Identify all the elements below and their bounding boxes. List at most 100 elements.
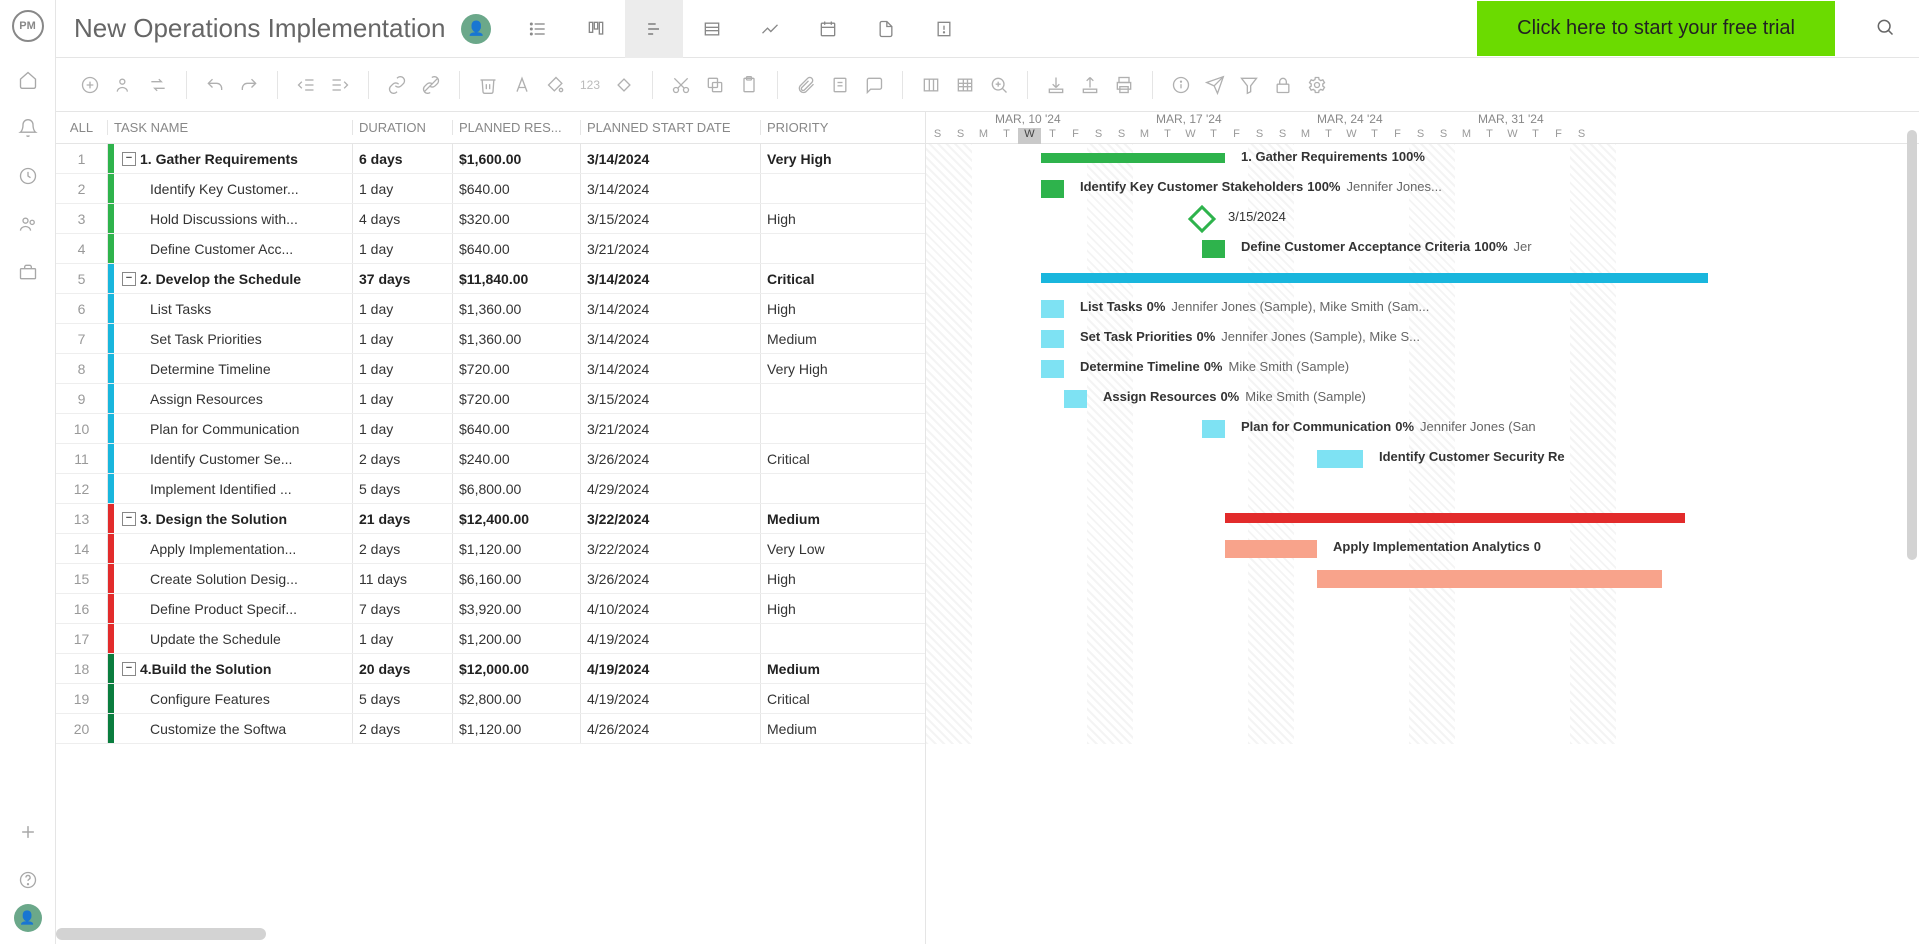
- task-row[interactable]: 14 Apply Implementation... 2 days $1,120…: [56, 534, 925, 564]
- task-row[interactable]: 12 Implement Identified ... 5 days $6,80…: [56, 474, 925, 504]
- task-row[interactable]: 16 Define Product Specif... 7 days $3,92…: [56, 594, 925, 624]
- sheet-view-tab[interactable]: [683, 0, 741, 58]
- task-row[interactable]: 9 Assign Resources 1 day $720.00 3/15/20…: [56, 384, 925, 414]
- grid-icon[interactable]: [949, 69, 981, 101]
- task-row[interactable]: 3 Hold Discussions with... 4 days $320.0…: [56, 204, 925, 234]
- gantt-task-bar[interactable]: [1202, 240, 1225, 258]
- collapse-toggle[interactable]: −: [122, 662, 136, 676]
- info-icon[interactable]: [1165, 69, 1197, 101]
- gantt-view-tab[interactable]: [625, 0, 683, 58]
- search-icon[interactable]: [1875, 17, 1895, 40]
- vertical-scrollbar[interactable]: [1907, 130, 1917, 560]
- gantt-task-bar[interactable]: [1041, 330, 1064, 348]
- dashboard-view-tab[interactable]: [741, 0, 799, 58]
- font-icon[interactable]: [506, 69, 538, 101]
- sync-icon[interactable]: [142, 69, 174, 101]
- import-icon[interactable]: [1040, 69, 1072, 101]
- collapse-toggle[interactable]: −: [122, 272, 136, 286]
- numbering-icon[interactable]: 123: [574, 69, 606, 101]
- link-icon[interactable]: [381, 69, 413, 101]
- free-trial-cta[interactable]: Click here to start your free trial: [1477, 1, 1835, 56]
- redo-icon[interactable]: [233, 69, 265, 101]
- add-task-icon[interactable]: [74, 69, 106, 101]
- gantt-summary-bar[interactable]: [1041, 153, 1225, 163]
- lock-icon[interactable]: [1267, 69, 1299, 101]
- gantt-task-bar[interactable]: [1041, 300, 1064, 318]
- assign-icon[interactable]: [108, 69, 140, 101]
- column-name[interactable]: TASK NAME: [108, 120, 353, 135]
- task-row[interactable]: 8 Determine Timeline 1 day $720.00 3/14/…: [56, 354, 925, 384]
- settings-icon[interactable]: [1301, 69, 1333, 101]
- task-row[interactable]: 15 Create Solution Desig... 11 days $6,1…: [56, 564, 925, 594]
- briefcase-icon[interactable]: [8, 252, 48, 292]
- clock-icon[interactable]: [8, 156, 48, 196]
- gantt-task-bar[interactable]: [1202, 420, 1225, 438]
- attachment-icon[interactable]: [790, 69, 822, 101]
- comment-icon[interactable]: [858, 69, 890, 101]
- zoom-icon[interactable]: [983, 69, 1015, 101]
- task-row[interactable]: 6 List Tasks 1 day $1,360.00 3/14/2024 H…: [56, 294, 925, 324]
- calendar-view-tab[interactable]: [799, 0, 857, 58]
- task-row[interactable]: 2 Identify Key Customer... 1 day $640.00…: [56, 174, 925, 204]
- plus-icon[interactable]: [8, 812, 48, 852]
- user-avatar[interactable]: 👤: [14, 904, 42, 932]
- task-row[interactable]: 18 −4.Build the Solution 20 days $12,000…: [56, 654, 925, 684]
- help-icon[interactable]: [8, 860, 48, 900]
- project-owner-avatar[interactable]: 👤: [461, 14, 491, 44]
- milestone-icon[interactable]: [608, 69, 640, 101]
- gantt-task-bar[interactable]: [1064, 390, 1087, 408]
- cut-icon[interactable]: [665, 69, 697, 101]
- export-icon[interactable]: [1074, 69, 1106, 101]
- task-row[interactable]: 19 Configure Features 5 days $2,800.00 4…: [56, 684, 925, 714]
- bell-icon[interactable]: [8, 108, 48, 148]
- fill-color-icon[interactable]: [540, 69, 572, 101]
- task-row[interactable]: 13 −3. Design the Solution 21 days $12,4…: [56, 504, 925, 534]
- gantt-task-bar[interactable]: [1317, 570, 1662, 588]
- gantt-summary-bar[interactable]: [1225, 513, 1685, 523]
- undo-icon[interactable]: [199, 69, 231, 101]
- board-view-tab[interactable]: [567, 0, 625, 58]
- gantt-summary-bar[interactable]: [1041, 273, 1708, 283]
- task-row[interactable]: 5 −2. Develop the Schedule 37 days $11,8…: [56, 264, 925, 294]
- app-logo[interactable]: PM: [12, 10, 44, 42]
- copy-icon[interactable]: [699, 69, 731, 101]
- send-icon[interactable]: [1199, 69, 1231, 101]
- home-icon[interactable]: [8, 60, 48, 100]
- horizontal-scrollbar[interactable]: [56, 928, 266, 940]
- task-row[interactable]: 20 Customize the Softwa 2 days $1,120.00…: [56, 714, 925, 744]
- gantt-task-bar[interactable]: [1225, 540, 1317, 558]
- gantt-milestone[interactable]: [1188, 205, 1216, 233]
- team-icon[interactable]: [8, 204, 48, 244]
- task-row[interactable]: 10 Plan for Communication 1 day $640.00 …: [56, 414, 925, 444]
- gantt-task-bar[interactable]: [1317, 450, 1363, 468]
- trash-icon[interactable]: [472, 69, 504, 101]
- column-start-date[interactable]: PLANNED START DATE: [581, 120, 761, 135]
- indent-icon[interactable]: [324, 69, 356, 101]
- columns-icon[interactable]: [915, 69, 947, 101]
- gantt-task-bar[interactable]: [1041, 180, 1064, 198]
- task-name-cell: Assign Resources: [150, 391, 263, 407]
- unlink-icon[interactable]: [415, 69, 447, 101]
- collapse-toggle[interactable]: −: [122, 152, 136, 166]
- task-row[interactable]: 11 Identify Customer Se... 2 days $240.0…: [56, 444, 925, 474]
- column-resources[interactable]: PLANNED RES...: [453, 120, 581, 135]
- column-all[interactable]: ALL: [56, 120, 108, 135]
- gantt-task-bar[interactable]: [1041, 360, 1064, 378]
- risk-view-tab[interactable]: [915, 0, 973, 58]
- collapse-toggle[interactable]: −: [122, 512, 136, 526]
- note-icon[interactable]: [824, 69, 856, 101]
- outdent-icon[interactable]: [290, 69, 322, 101]
- column-duration[interactable]: DURATION: [353, 120, 453, 135]
- print-icon[interactable]: [1108, 69, 1140, 101]
- task-row[interactable]: 4 Define Customer Acc... 1 day $640.00 3…: [56, 234, 925, 264]
- list-view-tab[interactable]: [509, 0, 567, 58]
- task-row[interactable]: 17 Update the Schedule 1 day $1,200.00 4…: [56, 624, 925, 654]
- task-name-cell: Set Task Priorities: [150, 331, 262, 347]
- task-row[interactable]: 7 Set Task Priorities 1 day $1,360.00 3/…: [56, 324, 925, 354]
- column-priority[interactable]: PRIORITY: [761, 120, 871, 135]
- filter-icon[interactable]: [1233, 69, 1265, 101]
- task-name-cell: 2. Develop the Schedule: [140, 271, 301, 287]
- task-row[interactable]: 1 −1. Gather Requirements 6 days $1,600.…: [56, 144, 925, 174]
- file-view-tab[interactable]: [857, 0, 915, 58]
- paste-icon[interactable]: [733, 69, 765, 101]
